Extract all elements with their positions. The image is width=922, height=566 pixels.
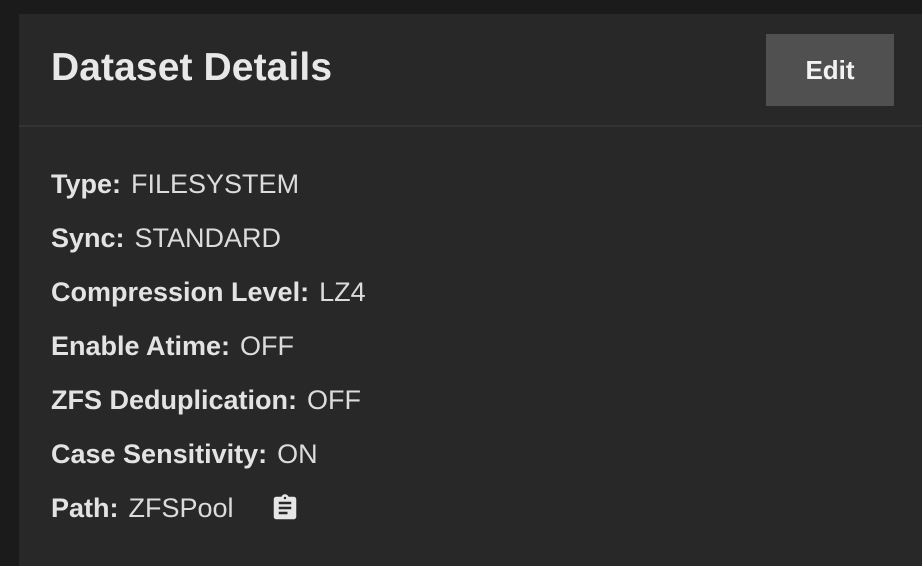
detail-row-type: Type: FILESYSTEM [51,166,366,220]
zfs-deduplication-label: ZFS Deduplication: [51,385,297,415]
details-list: Type: FILESYSTEM Sync: STANDARD Compress… [51,166,366,544]
type-label: Type: [51,169,122,199]
zfs-deduplication-value: OFF [307,385,361,415]
detail-row-path: Path: ZFSPool [51,490,366,544]
enable-atime-label: Enable Atime: [51,331,231,361]
clipboard-icon[interactable] [270,492,300,524]
detail-row-case-sensitivity: Case Sensitivity: ON [51,436,366,490]
clipboard-icon-svg [273,494,296,520]
card-title: Dataset Details [51,46,333,89]
card-header: Dataset Details Edit [19,14,922,127]
case-sensitivity-value: ON [277,439,318,469]
compression-level-label: Compression Level: [51,277,310,307]
path-label: Path: [51,493,119,523]
path-value: ZFSPool [128,493,234,523]
enable-atime-value: OFF [240,331,295,361]
edit-button[interactable]: Edit [766,34,894,106]
case-sensitivity-label: Case Sensitivity: [51,439,268,469]
compression-level-value: LZ4 [319,277,366,307]
detail-row-sync: Sync: STANDARD [51,220,366,274]
type-value: FILESYSTEM [131,169,300,199]
sync-value: STANDARD [134,223,282,253]
sync-label: Sync: [51,223,125,253]
detail-row-deduplication: ZFS Deduplication: OFF [51,382,366,436]
dataset-details-card: Dataset Details Edit Type: FILESYSTEM Sy… [19,14,922,566]
detail-row-atime: Enable Atime: OFF [51,328,366,382]
detail-row-compression: Compression Level: LZ4 [51,274,366,328]
